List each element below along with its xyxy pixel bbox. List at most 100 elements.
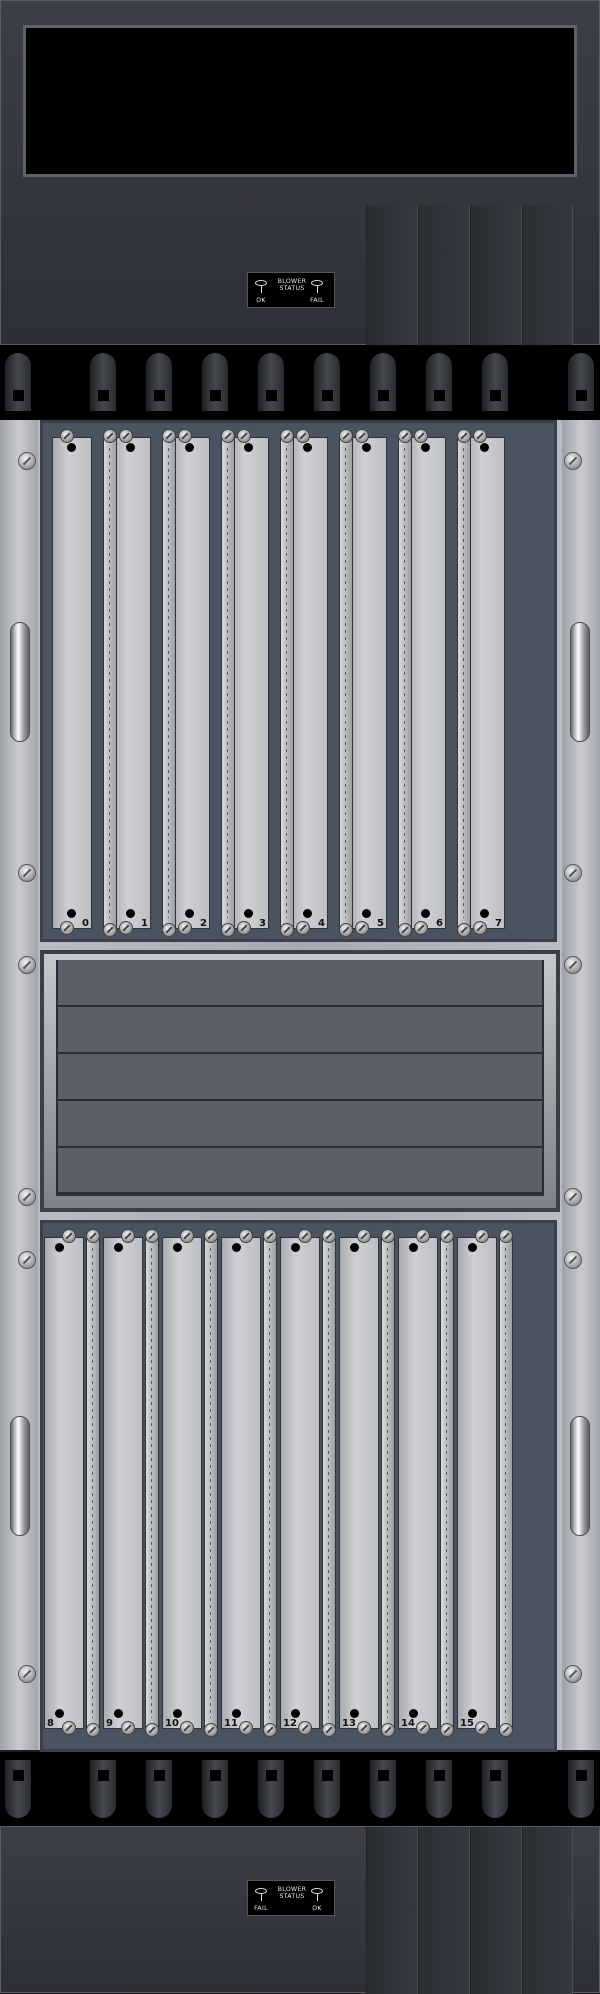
emi-finger	[5, 1760, 31, 1818]
line-card-slot-11[interactable]	[221, 1237, 261, 1729]
guide-lever-icon[interactable]	[204, 1723, 218, 1737]
line-card-slot-12[interactable]	[280, 1237, 320, 1729]
status-left-label: FAIL	[254, 1905, 268, 1912]
latch-knob-icon	[67, 909, 76, 918]
line-card-slot-13[interactable]	[339, 1237, 379, 1729]
ejector-lever-icon[interactable]	[237, 921, 251, 935]
ejector-lever-icon[interactable]	[357, 1229, 371, 1243]
card-guide	[221, 433, 235, 933]
guide-lever-icon[interactable]	[103, 429, 117, 443]
card-guide	[145, 1233, 159, 1733]
guide-lever-icon[interactable]	[263, 1229, 277, 1243]
ejector-lever-icon[interactable]	[180, 1721, 194, 1735]
guide-lever-icon[interactable]	[322, 1229, 336, 1243]
ejector-lever-icon[interactable]	[475, 1721, 489, 1735]
latch-knob-icon	[232, 1709, 241, 1718]
guide-lever-icon[interactable]	[263, 1723, 277, 1737]
left-handle-lower[interactable]	[10, 1416, 30, 1536]
guide-lever-icon[interactable]	[499, 1229, 513, 1243]
line-card-slot-6[interactable]	[406, 437, 446, 929]
guide-lever-icon[interactable]	[457, 429, 471, 443]
status-title-line1: BLOWER	[277, 1886, 307, 1893]
card-guide	[263, 1233, 277, 1733]
line-card-slot-8[interactable]	[44, 1237, 84, 1729]
guide-lever-icon[interactable]	[221, 429, 235, 443]
line-card-slot-14[interactable]	[398, 1237, 438, 1729]
guide-lever-icon[interactable]	[499, 1723, 513, 1737]
guide-lever-icon[interactable]	[221, 923, 235, 937]
ejector-lever-icon[interactable]	[119, 921, 133, 935]
emi-finger	[258, 353, 284, 411]
guide-lever-icon[interactable]	[381, 1723, 395, 1737]
ejector-lever-icon[interactable]	[414, 921, 428, 935]
line-card-slot-2[interactable]	[170, 437, 210, 929]
ejector-lever-icon[interactable]	[355, 429, 369, 443]
ejector-lever-icon[interactable]	[178, 921, 192, 935]
slot-number-label: 3	[259, 918, 266, 929]
guide-lever-icon[interactable]	[103, 923, 117, 937]
ejector-lever-icon[interactable]	[62, 1229, 76, 1243]
guide-lever-icon[interactable]	[322, 1723, 336, 1737]
ejector-lever-icon[interactable]	[298, 1721, 312, 1735]
line-card-slot-4[interactable]	[288, 437, 328, 929]
guide-lever-icon[interactable]	[381, 1229, 395, 1243]
ejector-lever-icon[interactable]	[416, 1229, 430, 1243]
ejector-lever-icon[interactable]	[298, 1229, 312, 1243]
guide-lever-icon[interactable]	[440, 1229, 454, 1243]
guide-lever-icon[interactable]	[162, 429, 176, 443]
guide-lever-icon[interactable]	[280, 923, 294, 937]
emi-finger	[202, 1760, 228, 1818]
latch-knob-icon	[468, 1709, 477, 1718]
ejector-lever-icon[interactable]	[357, 1721, 371, 1735]
line-card-slot-0[interactable]	[52, 437, 92, 929]
ejector-lever-icon[interactable]	[239, 1721, 253, 1735]
line-card-slot-3[interactable]	[229, 437, 269, 929]
guide-lever-icon[interactable]	[86, 1723, 100, 1737]
ejector-lever-icon[interactable]	[473, 921, 487, 935]
line-card-slot-7[interactable]	[465, 437, 505, 929]
ejector-lever-icon[interactable]	[119, 429, 133, 443]
ejector-lever-icon[interactable]	[475, 1229, 489, 1243]
fan-tray-front[interactable]	[56, 960, 544, 1196]
ejector-lever-icon[interactable]	[239, 1229, 253, 1243]
guide-lever-icon[interactable]	[145, 1229, 159, 1243]
ejector-lever-icon[interactable]	[355, 921, 369, 935]
emi-finger	[314, 1760, 340, 1818]
guide-lever-icon[interactable]	[398, 429, 412, 443]
line-card-slot-5[interactable]	[347, 437, 387, 929]
guide-lever-icon[interactable]	[145, 1723, 159, 1737]
guide-lever-icon[interactable]	[204, 1229, 218, 1243]
ejector-lever-icon[interactable]	[121, 1721, 135, 1735]
line-card-slot-9[interactable]	[103, 1237, 143, 1729]
line-card-slot-15[interactable]	[457, 1237, 497, 1729]
latch-knob-icon	[291, 1709, 300, 1718]
guide-lever-icon[interactable]	[280, 429, 294, 443]
guide-lever-icon[interactable]	[457, 923, 471, 937]
ejector-lever-icon[interactable]	[416, 1721, 430, 1735]
ejector-lever-icon[interactable]	[180, 1229, 194, 1243]
ejector-lever-icon[interactable]	[60, 429, 74, 443]
ejector-lever-icon[interactable]	[121, 1229, 135, 1243]
ejector-lever-icon[interactable]	[296, 429, 310, 443]
line-card-slot-10[interactable]	[162, 1237, 202, 1729]
left-handle-upper[interactable]	[10, 622, 30, 742]
ejector-lever-icon[interactable]	[60, 921, 74, 935]
right-handle-lower[interactable]	[570, 1416, 590, 1536]
ejector-lever-icon[interactable]	[414, 429, 428, 443]
guide-lever-icon[interactable]	[398, 923, 412, 937]
guide-lever-icon[interactable]	[339, 923, 353, 937]
ejector-lever-icon[interactable]	[473, 429, 487, 443]
fan-tray-bar	[58, 1054, 542, 1101]
guide-lever-icon[interactable]	[440, 1723, 454, 1737]
latch-knob-icon	[114, 1709, 123, 1718]
ejector-lever-icon[interactable]	[296, 921, 310, 935]
right-handle-upper[interactable]	[570, 622, 590, 742]
line-card-slot-1[interactable]	[111, 437, 151, 929]
guide-lever-icon[interactable]	[86, 1229, 100, 1243]
card-guide	[322, 1233, 336, 1733]
guide-lever-icon[interactable]	[162, 923, 176, 937]
guide-lever-icon[interactable]	[339, 429, 353, 443]
ejector-lever-icon[interactable]	[62, 1721, 76, 1735]
ejector-lever-icon[interactable]	[178, 429, 192, 443]
ejector-lever-icon[interactable]	[237, 429, 251, 443]
